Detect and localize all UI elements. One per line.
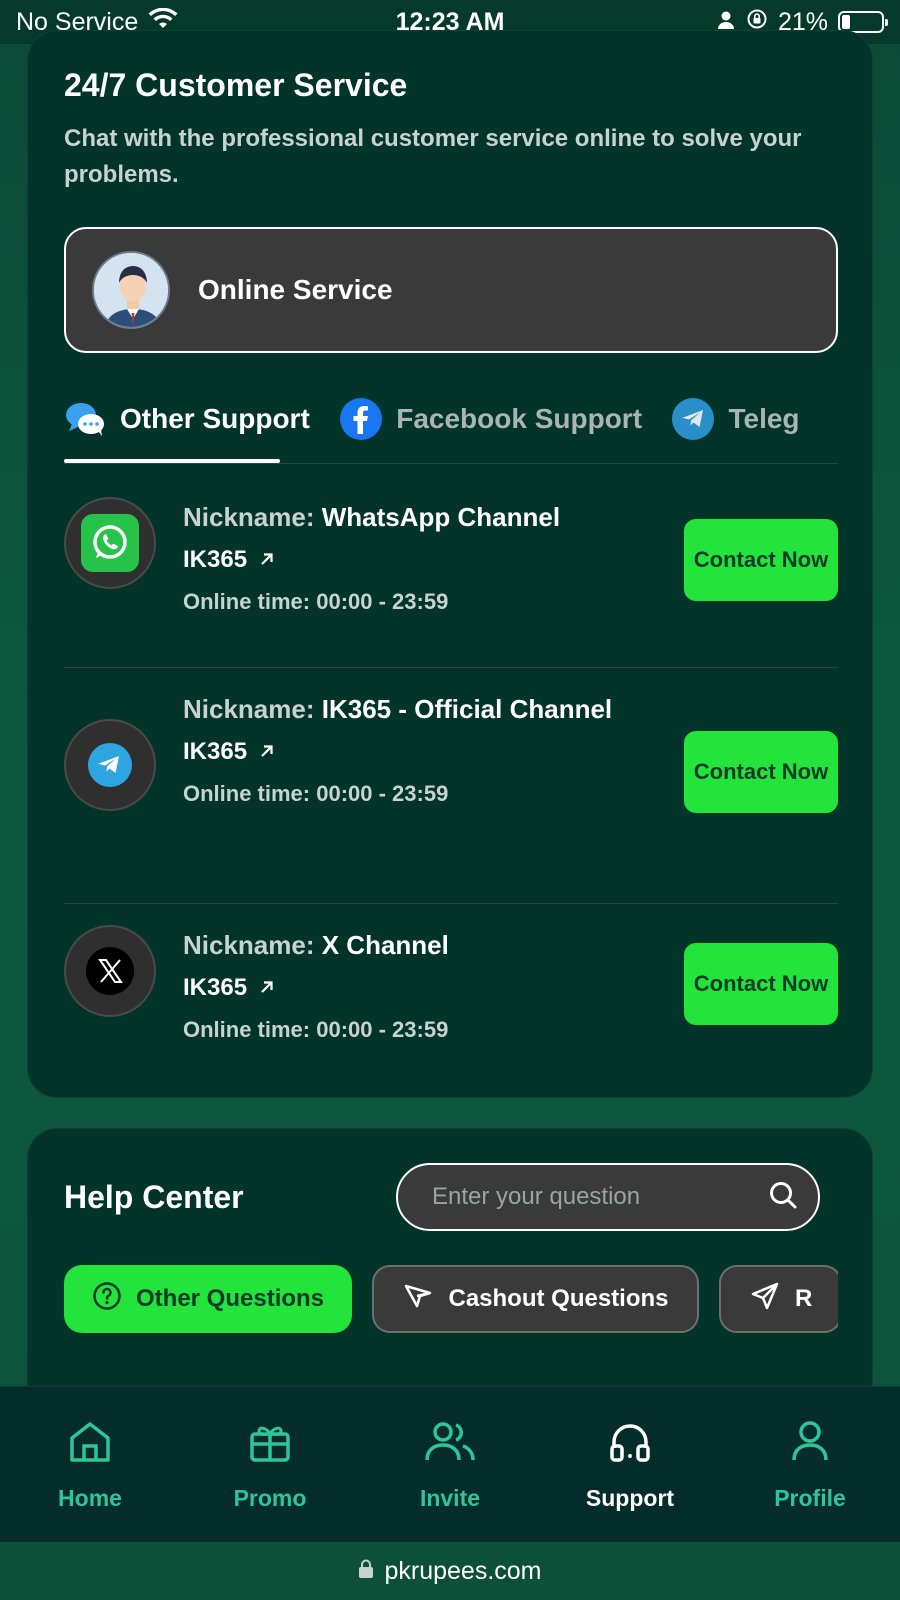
question-circle-icon	[92, 1281, 122, 1318]
external-link-arrow-icon	[259, 971, 275, 1005]
x-logo-icon	[64, 925, 156, 1017]
bottom-navigation: Home Promo Invite Support Profile	[0, 1386, 900, 1542]
channel-item-whatsapp: Nickname: WhatsApp Channel IK365 Online …	[64, 497, 838, 637]
active-tab-indicator	[64, 459, 280, 463]
battery-level	[842, 15, 850, 29]
external-link-arrow-icon	[259, 543, 275, 577]
contact-now-button[interactable]: Contact Now	[684, 731, 838, 813]
channel-item-x: Nickname: X Channel IK365 Online time: 0…	[64, 925, 838, 1065]
nav-invite-label: Invite	[419, 1484, 481, 1511]
customer-service-description: Chat with the professional customer serv…	[64, 125, 802, 188]
tab-telegram-support[interactable]: Teleg	[672, 391, 800, 447]
online-service-label: Online Service	[198, 274, 393, 305]
url-domain: pkrupees.com	[384, 1556, 542, 1585]
tab-other-support[interactable]: Other Support	[64, 391, 310, 447]
headphones-icon	[606, 1418, 654, 1471]
channel-online-time: Online time: 00:00 - 23:59	[183, 589, 449, 614]
tab-cashout-questions-label: Cashout Questions	[448, 1285, 669, 1312]
tab-facebook-support[interactable]: Facebook Support	[340, 391, 642, 447]
user-icon	[786, 1418, 834, 1471]
users-icon	[423, 1418, 477, 1471]
tab-other-questions[interactable]: Other Questions	[64, 1265, 353, 1333]
browser-url-bar[interactable]: pkrupees.com	[0, 1542, 900, 1600]
channel-handle-link[interactable]: IK365	[183, 971, 653, 1005]
nav-invite[interactable]: Invite	[370, 1418, 530, 1512]
telegram-icon	[672, 398, 715, 440]
home-icon	[66, 1418, 114, 1471]
nickname-prefix: Nickname:	[183, 694, 315, 724]
nav-promo[interactable]: Promo	[190, 1418, 350, 1512]
help-search-input[interactable]	[432, 1183, 768, 1211]
send-icon	[749, 1280, 781, 1319]
channel-handle: IK365	[183, 974, 248, 1001]
whatsapp-icon	[64, 497, 156, 589]
tab-cashout-questions[interactable]: Cashout Questions	[372, 1265, 699, 1333]
channel-divider	[64, 667, 838, 668]
lock-icon	[358, 1557, 374, 1586]
channel-nickname: WhatsApp Channel	[321, 502, 561, 532]
contact-now-button[interactable]: Contact Now	[684, 943, 838, 1025]
tab-more-questions-label: R	[794, 1285, 813, 1312]
channel-handle-link[interactable]: IK365	[183, 543, 653, 577]
tab-other-questions-label: Other Questions	[136, 1285, 325, 1312]
send-icon	[402, 1280, 434, 1319]
search-icon[interactable]	[768, 1180, 798, 1215]
help-search-box	[396, 1163, 820, 1231]
facebook-icon	[340, 398, 383, 440]
tabs-divider	[64, 463, 838, 464]
nickname-prefix: Nickname:	[183, 930, 315, 960]
channel-nickname: X Channel	[321, 930, 449, 960]
channel-item-telegram: Nickname: IK365 - Official Channel IK365…	[64, 689, 838, 869]
support-tabs: Other Support Facebook Support Teleg	[64, 391, 838, 455]
help-center-title: Help Center	[64, 1179, 244, 1215]
agent-avatar-icon	[92, 251, 170, 329]
nav-profile[interactable]: Profile	[730, 1418, 890, 1512]
question-category-tabs: Other Questions Cashout Questions R	[64, 1265, 838, 1335]
channel-online-time: Online time: 00:00 - 23:59	[183, 1017, 449, 1042]
nav-promo-label: Promo	[233, 1484, 307, 1511]
gift-icon	[246, 1418, 294, 1471]
online-service-button[interactable]: Online Service	[64, 227, 838, 353]
channel-online-time: Online time: 00:00 - 23:59	[183, 781, 449, 806]
tab-other-support-label: Other Support	[120, 403, 310, 434]
nav-home-label: Home	[58, 1484, 122, 1511]
channel-divider	[64, 903, 838, 904]
telegram-icon	[64, 719, 156, 811]
nickname-prefix: Nickname:	[183, 502, 315, 532]
external-link-arrow-icon	[259, 735, 275, 769]
nav-support[interactable]: Support	[550, 1418, 710, 1512]
tab-more-questions[interactable]: R	[718, 1265, 838, 1333]
channel-handle: IK365	[183, 738, 248, 765]
tab-telegram-support-label: Teleg	[728, 403, 800, 434]
customer-service-title: 24/7 Customer Service	[64, 67, 408, 103]
channel-handle-link[interactable]: IK365	[183, 735, 653, 769]
tab-facebook-support-label: Facebook Support	[396, 403, 643, 434]
chat-bubbles-icon	[64, 398, 106, 440]
nav-home[interactable]: Home	[10, 1418, 170, 1512]
nav-profile-label: Profile	[774, 1484, 846, 1511]
channel-nickname: IK365 - Official Channel	[321, 694, 613, 724]
customer-service-card: 24/7 Customer Service Chat with the prof…	[27, 30, 873, 1098]
nav-support-label: Support	[585, 1484, 675, 1511]
contact-now-button[interactable]: Contact Now	[684, 519, 838, 601]
channel-handle: IK365	[183, 546, 248, 573]
